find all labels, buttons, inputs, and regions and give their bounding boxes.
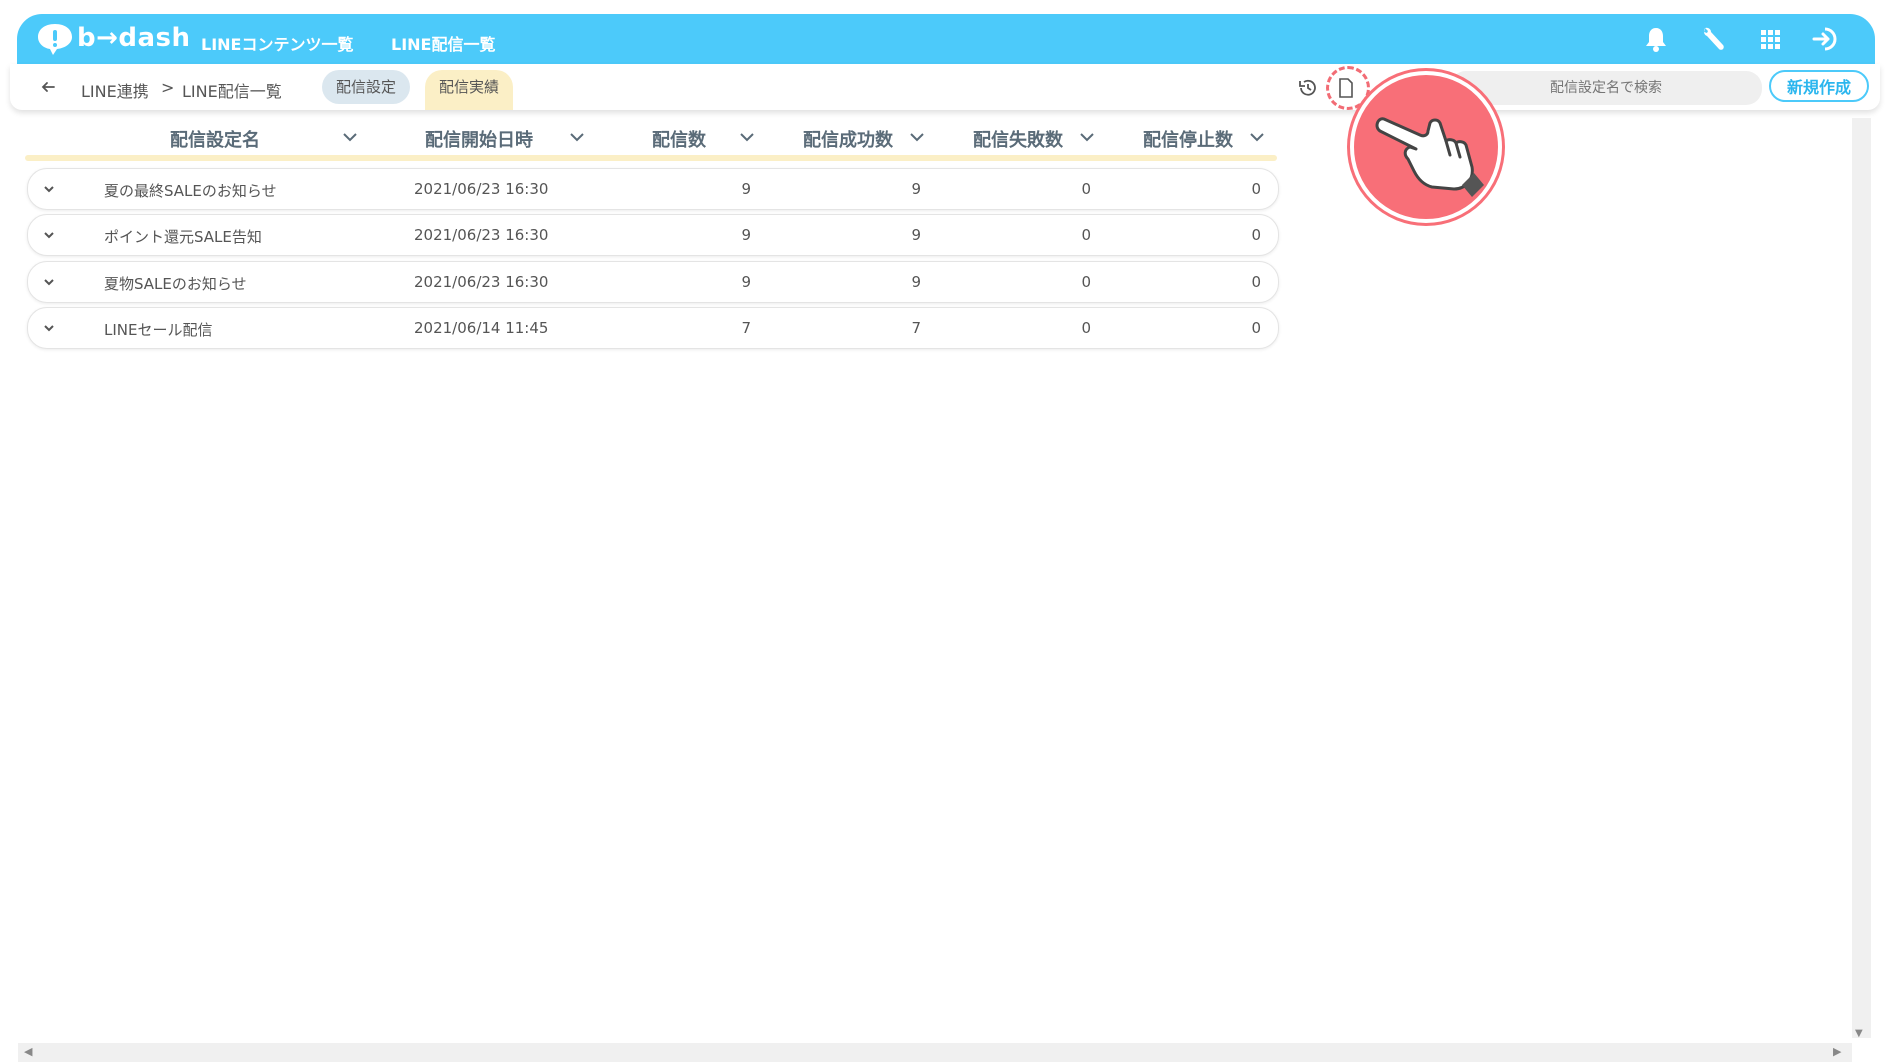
chevron-down-icon[interactable]: [568, 128, 586, 146]
history-icon[interactable]: [1296, 76, 1320, 100]
cell-success: 9: [911, 226, 921, 244]
cell-start: 2021/06/23 16:30: [414, 273, 549, 291]
cell-success: 9: [911, 180, 921, 198]
cell-failed: 0: [1081, 180, 1091, 198]
cell-stopped: 0: [1251, 273, 1261, 291]
chevron-down-icon[interactable]: [1248, 128, 1266, 146]
cell-start: 2021/06/14 11:45: [414, 319, 549, 337]
column-header-failed-count[interactable]: 配信失敗数: [973, 126, 1063, 152]
cell-failed: 0: [1081, 273, 1091, 291]
table-header: 配信設定名 配信開始日時 配信数 配信成功数 配信失敗数 配信停止数: [25, 118, 1277, 160]
logout-icon[interactable]: [1811, 24, 1841, 54]
table-row[interactable]: ポイント還元SALE告知 2021/06/23 16:30 9 9 0 0: [27, 214, 1279, 256]
wrench-icon[interactable]: [1699, 24, 1729, 54]
column-header-sent-count[interactable]: 配信数: [652, 126, 706, 152]
cell-name: 夏物SALEのお知らせ: [104, 275, 247, 293]
cell-name: LINEセール配信: [104, 321, 213, 339]
bdash-logo[interactable]: b→dash: [35, 21, 190, 57]
table-row[interactable]: LINEセール配信 2021/06/14 11:45 7 7 0 0: [27, 307, 1279, 349]
table-row[interactable]: 夏物SALEのお知らせ 2021/06/23 16:30 9 9 0 0: [27, 261, 1279, 303]
cell-stopped: 0: [1251, 226, 1261, 244]
tab-delivery-settings[interactable]: 配信設定: [322, 70, 411, 104]
table-header-underline: [25, 155, 1277, 161]
cell-name: 夏の最終SALEのお知らせ: [104, 182, 277, 200]
cell-start: 2021/06/23 16:30: [414, 226, 549, 244]
cell-sent: 9: [741, 273, 751, 291]
expand-chevron-icon[interactable]: [40, 319, 58, 337]
cell-stopped: 0: [1251, 319, 1261, 337]
chevron-down-icon[interactable]: [908, 128, 926, 146]
bell-icon[interactable]: [1641, 24, 1671, 54]
cell-sent: 7: [741, 319, 751, 337]
chevron-down-icon[interactable]: [341, 128, 359, 146]
expand-chevron-icon[interactable]: [40, 226, 58, 244]
chevron-down-icon[interactable]: [1078, 128, 1096, 146]
nav-link-line-deliveries[interactable]: LINE配信一覧: [391, 31, 495, 55]
breadcrumb-separator: >: [161, 78, 175, 97]
column-header-start-datetime[interactable]: 配信開始日時: [425, 126, 533, 152]
top-navigation-bar: b→dash LINEコンテンツ一覧 LINE配信一覧: [17, 14, 1875, 64]
apps-grid-icon[interactable]: [1755, 24, 1785, 54]
logo-bubble-icon: [38, 24, 72, 55]
nav-link-line-contents[interactable]: LINEコンテンツ一覧: [201, 31, 353, 55]
cell-stopped: 0: [1251, 180, 1261, 198]
cell-success: 9: [911, 273, 921, 291]
back-arrow-icon[interactable]: [38, 77, 58, 97]
cell-sent: 9: [741, 226, 751, 244]
column-header-name[interactable]: 配信設定名: [170, 126, 260, 152]
breadcrumb-current: LINE配信一覧: [182, 82, 282, 101]
cell-name: ポイント還元SALE告知: [104, 228, 262, 246]
column-header-success-count[interactable]: 配信成功数: [803, 126, 893, 152]
breadcrumb-parent[interactable]: LINE連携: [81, 78, 149, 102]
pointer-hand-overlay: [1350, 71, 1502, 223]
table-row[interactable]: 夏の最終SALEのお知らせ 2021/06/23 16:30 9 9 0 0: [27, 168, 1279, 210]
sub-header: LINE連携 > LINE配信一覧 配信設定 配信実績 新規作成: [10, 64, 1880, 110]
scroll-right-arrow-icon[interactable]: ▶: [1833, 1045, 1841, 1058]
cell-failed: 0: [1081, 319, 1091, 337]
vertical-scrollbar[interactable]: [1852, 118, 1871, 1038]
column-header-stopped-count[interactable]: 配信停止数: [1143, 126, 1233, 152]
cell-start: 2021/06/23 16:30: [414, 180, 549, 198]
expand-chevron-icon[interactable]: [40, 180, 58, 198]
scroll-down-arrow-icon[interactable]: ▼: [1855, 1028, 1863, 1039]
cell-failed: 0: [1081, 226, 1091, 244]
expand-chevron-icon[interactable]: [40, 273, 58, 291]
tab-delivery-results[interactable]: 配信実績: [425, 70, 514, 110]
cell-success: 7: [911, 319, 921, 337]
cell-sent: 9: [741, 180, 751, 198]
horizontal-scrollbar[interactable]: [18, 1043, 1852, 1062]
logo-text: b→dash: [77, 23, 191, 53]
pointing-hand-icon: [1375, 117, 1484, 197]
chevron-down-icon[interactable]: [738, 128, 756, 146]
scroll-left-arrow-icon[interactable]: ◀: [24, 1045, 32, 1058]
new-create-button[interactable]: 新規作成: [1769, 70, 1869, 102]
